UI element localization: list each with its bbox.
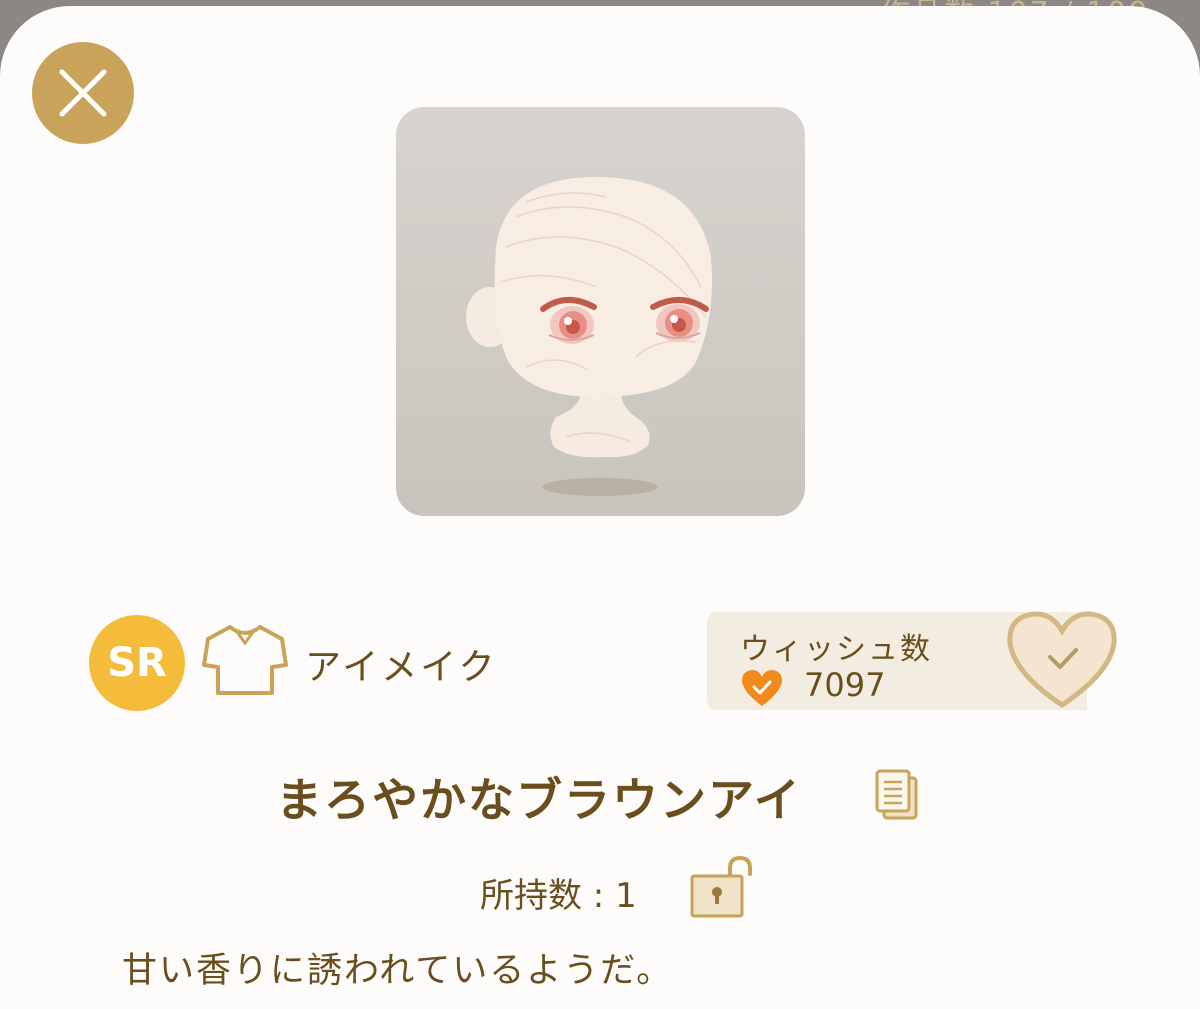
unlocked-padlock-icon[interactable] — [688, 854, 758, 920]
rarity-badge: SR — [89, 615, 185, 711]
owned-count: 所持数 : 1 — [480, 876, 637, 916]
item-detail-sheet: SR アイメイク ウィッシュ数 7097 まろやかなブラウンアイ 所持数 : 1… — [0, 6, 1200, 1009]
wish-count: 7097 — [804, 666, 886, 704]
wish-title: ウィッシュ数 — [740, 632, 932, 667]
shirt-icon — [202, 625, 288, 695]
item-description: 甘い香りに誘われているようだ。 — [122, 951, 674, 991]
item-preview-image — [396, 107, 805, 516]
close-button[interactable] — [32, 42, 134, 144]
copy-icon[interactable] — [874, 768, 920, 822]
wish-heart-button[interactable] — [1004, 609, 1120, 709]
item-name: まろやかなブラウンアイ — [276, 773, 802, 827]
close-icon — [59, 69, 107, 117]
heart-check-icon — [742, 670, 782, 706]
category-label: アイメイク — [305, 647, 498, 688]
